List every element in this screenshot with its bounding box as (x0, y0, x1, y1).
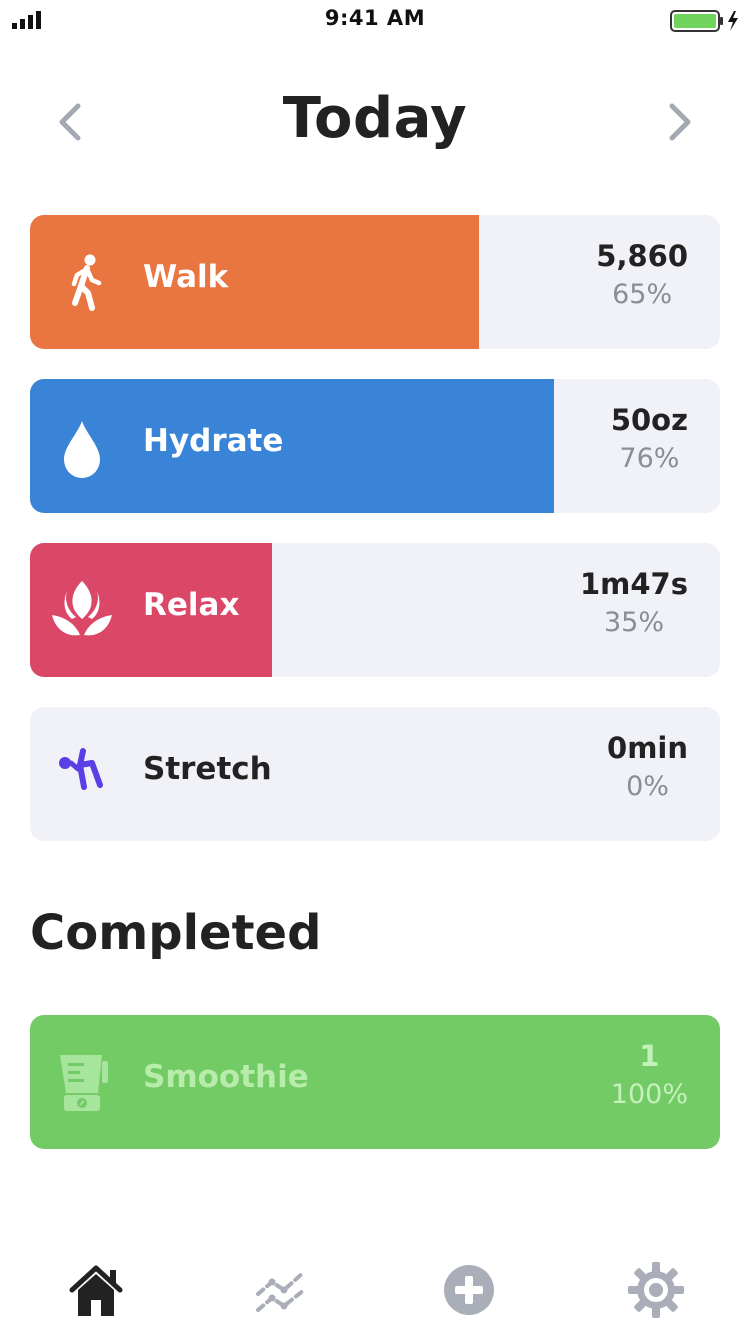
tab-bar (0, 1240, 750, 1334)
status-bar: 9:41 AM (0, 0, 750, 40)
habit-label: Hydrate (143, 423, 284, 459)
habit-label: Walk (143, 259, 229, 295)
home-icon[interactable] (66, 1260, 126, 1320)
habit-value: 1m47s (579, 567, 688, 601)
battery-icon (670, 10, 738, 32)
habit-values: 50oz 76% (508, 403, 688, 474)
habit-value: 0min (607, 731, 688, 765)
stretching-person-icon (59, 748, 103, 790)
habit-percent: 35% (603, 607, 664, 638)
habit-percent: 0% (626, 771, 669, 802)
lotus-icon (52, 581, 112, 636)
section-title-completed: Completed (30, 905, 322, 961)
status-time: 9:41 AM (324, 6, 426, 30)
habit-percent: 76% (619, 443, 680, 474)
habit-card-relax[interactable]: Relax 1m47s 35% (30, 543, 720, 677)
habit-value: 1 (639, 1039, 660, 1073)
chevron-right-icon[interactable] (664, 100, 698, 144)
habit-values: 0min 0% (508, 731, 688, 802)
habit-card-hydrate[interactable]: Hydrate 50oz 76% (30, 379, 720, 513)
habit-card-stretch[interactable]: Stretch 0min 0% (30, 707, 720, 841)
gear-icon[interactable] (626, 1260, 686, 1320)
header: Today (0, 80, 750, 170)
habit-percent: 100% (610, 1079, 688, 1110)
walking-person-icon (71, 254, 102, 311)
habit-label: Relax (143, 587, 240, 623)
plus-circle-icon[interactable] (439, 1260, 499, 1320)
blender-icon (60, 1055, 108, 1111)
habit-label: Smoothie (143, 1059, 309, 1095)
page-title: Today (282, 86, 468, 151)
habit-label: Stretch (143, 751, 272, 787)
habit-values: 5,860 65% (508, 239, 688, 310)
habit-value: 50oz (610, 403, 688, 437)
water-drop-icon (64, 421, 100, 478)
habit-values: 1 100% (508, 1039, 688, 1110)
habit-values: 1m47s 35% (508, 567, 688, 638)
habit-value: 5,860 (596, 239, 688, 273)
habit-card-smoothie[interactable]: Smoothie 1 100% (30, 1015, 720, 1149)
chart-icon[interactable] (252, 1260, 312, 1320)
habit-card-walk[interactable]: Walk 5,860 65% (30, 215, 720, 349)
habit-percent: 65% (612, 279, 673, 310)
